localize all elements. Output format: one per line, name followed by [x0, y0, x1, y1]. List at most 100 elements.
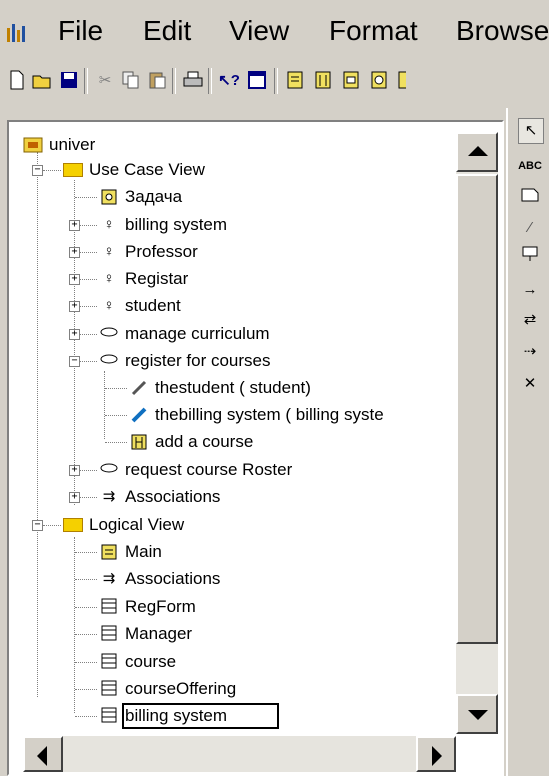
- tree-line: [37, 152, 38, 522]
- note-icon[interactable]: [518, 186, 542, 210]
- scroll-thumb[interactable]: [456, 174, 498, 644]
- actor-icon: ♀: [103, 297, 115, 314]
- collapse-toggle[interactable]: −: [69, 356, 80, 367]
- class-diagram-icon: [99, 543, 119, 561]
- tree-node-association[interactable]: thestudent ( student): [129, 375, 444, 401]
- tree-node-actor[interactable]: ♀ Professor: [99, 239, 439, 265]
- tree-node-associations[interactable]: ⇉ Associations: [99, 566, 439, 592]
- tree-line: [80, 334, 97, 335]
- tree-node-use-case[interactable]: manage curriculum: [99, 321, 439, 347]
- tree-line: [75, 662, 97, 663]
- cut-icon[interactable]: ✂: [94, 70, 116, 92]
- scroll-right-button[interactable]: [416, 736, 456, 772]
- toolbar-separator: [84, 68, 88, 94]
- open-icon[interactable]: [32, 70, 54, 92]
- tree-node-actor[interactable]: ♀ Registar: [99, 266, 439, 292]
- menu-format[interactable]: Format: [329, 14, 418, 48]
- paste-icon[interactable]: [146, 70, 168, 92]
- tree-node-associations[interactable]: ⇉ Associations: [99, 484, 439, 510]
- collapse-toggle[interactable]: −: [32, 520, 43, 531]
- expand-toggle[interactable]: +: [69, 329, 80, 340]
- class-icon: [99, 653, 119, 671]
- tree-line: [75, 716, 97, 717]
- associations-icon: ⇉: [102, 488, 116, 505]
- tree-node-use-case[interactable]: register for courses: [99, 348, 439, 374]
- expand-toggle[interactable]: +: [69, 465, 80, 476]
- collapse-toggle[interactable]: −: [32, 165, 43, 176]
- tree-line: [75, 607, 97, 608]
- tree-node-logical-view[interactable]: Logical View: [63, 512, 443, 538]
- toolbar-separator: [274, 68, 278, 94]
- print-icon[interactable]: [182, 70, 204, 92]
- tree-node-use-case-view[interactable]: Use Case View: [63, 157, 443, 183]
- tree-node-actor[interactable]: ♀ student: [99, 293, 439, 319]
- menu-edit[interactable]: Edit: [143, 14, 191, 48]
- anchor-note-icon[interactable]: ⁄: [518, 216, 542, 240]
- tree-line: [80, 470, 97, 471]
- expand-toggle[interactable]: +: [69, 247, 80, 258]
- tree-node-diagram[interactable]: Main: [99, 539, 439, 565]
- menu-browse[interactable]: Browse: [456, 14, 549, 48]
- dependency-icon[interactable]: ⇄: [518, 308, 542, 332]
- scroll-left-button[interactable]: [23, 736, 63, 772]
- tree-line: [80, 361, 97, 362]
- menu-bar: File Edit View Format Browse: [0, 0, 549, 60]
- new-icon[interactable]: [6, 70, 28, 92]
- view-doc-icon[interactable]: [246, 70, 268, 92]
- scroll-down-button[interactable]: [456, 694, 498, 734]
- browse-interaction-diagram-icon[interactable]: [312, 70, 334, 92]
- browse-class-diagram-icon[interactable]: [284, 70, 306, 92]
- generalization-icon[interactable]: ⇢: [518, 340, 542, 364]
- tree-line: [80, 306, 97, 307]
- browse-component-diagram-icon[interactable]: [340, 70, 362, 92]
- tree-line: [104, 371, 105, 439]
- unidirectional-association-icon[interactable]: →: [518, 278, 542, 302]
- tree-line: [105, 415, 127, 416]
- expand-toggle[interactable]: +: [69, 492, 80, 503]
- close-icon[interactable]: ✕: [518, 372, 542, 396]
- association-icon: [129, 379, 149, 397]
- rename-edit-box[interactable]: [122, 703, 279, 729]
- tree-node-use-case[interactable]: request course Roster: [99, 457, 439, 483]
- selection-arrow-icon[interactable]: ↖: [518, 118, 544, 144]
- scroll-up-button[interactable]: [456, 132, 498, 172]
- browse-deployment-diagram-icon[interactable]: [368, 70, 390, 92]
- tree-node-sequence-diagram[interactable]: add a course: [129, 429, 444, 455]
- tree-line: [43, 525, 61, 526]
- diagram-toolbox: ↖ ABC ⁄ → ⇄ ⇢ ✕: [506, 108, 549, 776]
- browser-tree: univer − Use Case View Задача + ♀ billin…: [9, 122, 454, 734]
- tree-node-class[interactable]: Manager: [99, 621, 439, 647]
- horizontal-scrollbar[interactable]: [23, 736, 456, 772]
- use-case-icon: [99, 352, 119, 370]
- tree-line: [43, 170, 61, 171]
- actor-icon: ♀: [103, 243, 115, 260]
- expand-toggle[interactable]: +: [69, 220, 80, 231]
- context-help-icon[interactable]: ↖?: [218, 70, 240, 92]
- class-icon: [99, 598, 119, 616]
- menu-view[interactable]: View: [229, 14, 289, 48]
- tree-node-class[interactable]: course: [99, 649, 439, 675]
- package-icon[interactable]: [518, 246, 542, 270]
- tree-line: [75, 552, 97, 553]
- menu-file[interactable]: File: [58, 14, 103, 48]
- tree-line: [105, 388, 127, 389]
- tree-node-diagram[interactable]: Задача: [99, 184, 439, 210]
- association-icon: [129, 406, 149, 424]
- tree-node-class[interactable]: RegForm: [99, 594, 439, 620]
- save-icon[interactable]: [58, 70, 80, 92]
- tree-line: [80, 225, 97, 226]
- tree-root[interactable]: univer: [23, 132, 443, 158]
- expand-toggle[interactable]: +: [69, 274, 80, 285]
- vertical-scrollbar[interactable]: [456, 132, 498, 734]
- tree-line: [74, 537, 75, 713]
- tree-node-association[interactable]: thebilling system ( billing syste: [129, 402, 454, 428]
- sequence-diagram-icon: [129, 433, 149, 451]
- tree-node-actor[interactable]: ♀ billing system: [99, 212, 439, 238]
- text-box-icon[interactable]: ABC: [518, 154, 542, 178]
- expand-toggle[interactable]: +: [69, 301, 80, 312]
- tree-node-class[interactable]: courseOffering: [99, 676, 439, 702]
- tree-line: [37, 527, 38, 697]
- browse-more-icon[interactable]: [396, 70, 406, 92]
- copy-icon[interactable]: [120, 70, 142, 92]
- class-icon: [99, 707, 119, 725]
